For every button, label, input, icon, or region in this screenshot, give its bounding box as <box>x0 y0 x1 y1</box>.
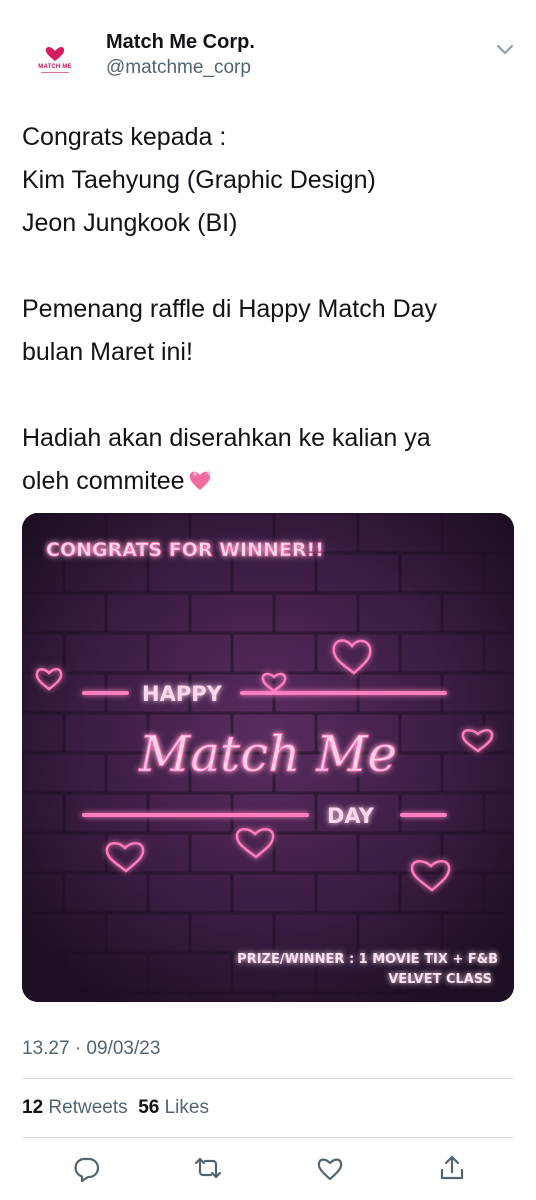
retweets-count[interactable]: 12 <box>22 1097 43 1118</box>
headline-text: CONGRATS FOR WINNER!! <box>46 539 324 561</box>
tweet-text: Congrats kepada : Kim Taehyung (Graphic … <box>22 116 516 503</box>
tweet-line: Kim Taehyung (Graphic Design) <box>22 166 376 194</box>
divider <box>22 1137 514 1138</box>
likes-label[interactable]: Likes <box>165 1097 209 1118</box>
tweet-line: Hadiah akan diserahkan ke kalian ya <box>22 424 431 452</box>
share-icon[interactable] <box>436 1152 468 1184</box>
logo-text: MATCH ME <box>38 64 72 70</box>
action-bar <box>0 1148 536 1188</box>
likes-count[interactable]: 56 <box>138 1097 159 1118</box>
butterfly-logo-icon <box>45 46 65 61</box>
sparkling-heart-emoji <box>189 470 212 490</box>
tweet-header: MATCH ME Match Me Corp. @matchme_corp <box>0 0 536 100</box>
display-name[interactable]: Match Me Corp. <box>106 31 255 54</box>
tweet-line: Congrats kepada : <box>22 123 227 151</box>
retweets-label[interactable]: Retweets <box>48 1097 127 1118</box>
tweet-line: oleh commitee <box>22 467 185 495</box>
neon-poster: CONGRATS FOR WINNER!! HAPPY Match Me DAY… <box>22 513 514 1002</box>
prize-line-1: PRIZE/WINNER : 1 MOVIE TIX + F&B <box>237 952 498 967</box>
avatar[interactable]: MATCH ME <box>22 26 88 92</box>
prize-line-2: VELVET CLASS <box>388 972 492 987</box>
retweet-icon[interactable] <box>192 1152 224 1184</box>
engagement-stats: 12 Retweets 56 Likes <box>22 1097 209 1119</box>
match-me-script-text: Match Me <box>138 725 397 783</box>
handle[interactable]: @matchme_corp <box>106 57 251 79</box>
divider <box>22 1078 514 1079</box>
logo-underline <box>41 72 69 73</box>
tweet-image[interactable]: CONGRATS FOR WINNER!! HAPPY Match Me DAY… <box>22 513 514 1002</box>
tweet-line: Pemenang raffle di Happy Match Day <box>22 295 438 323</box>
like-icon[interactable] <box>314 1152 346 1184</box>
happy-text: HAPPY <box>142 682 223 706</box>
tweet-line: Jeon Jungkook (BI) <box>22 209 238 237</box>
tweet-timestamp[interactable]: 13.27 · 09/03/23 <box>22 1038 160 1060</box>
day-text: DAY <box>327 804 375 828</box>
tweet-line: bulan Maret ini! <box>22 338 193 366</box>
reply-icon[interactable] <box>70 1152 102 1184</box>
more-chevron-icon[interactable] <box>496 44 514 56</box>
